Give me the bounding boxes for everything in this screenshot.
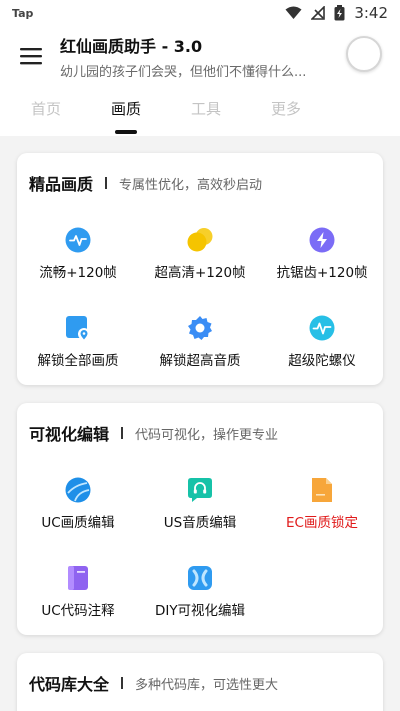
item-label: 抗锯齿+120帧: [276, 265, 368, 281]
app-subtitle: 幼儿园的孩子们会哭，但他们不懂得什么...: [60, 64, 307, 80]
item-label: 超级陀螺仪: [288, 353, 356, 369]
divider: [121, 677, 124, 689]
item-label: 解锁全部画质: [37, 353, 119, 369]
card-code-library: 代码库大全 多种代码库，可选性更大: [17, 653, 383, 711]
card-description: 多种代码库，可选性更大: [135, 677, 279, 693]
item-ec-quality-lock[interactable]: EC画质锁定: [261, 477, 383, 557]
card-premium-quality: 精品画质 专属性优化，高效秒启动 流畅+120帧 超高清+120帧 抗锯齿+12…: [17, 153, 383, 385]
item-uc-code-comments[interactable]: UC代码注释: [17, 565, 139, 645]
item-label: UC代码注释: [41, 603, 115, 619]
wifi-icon: [285, 6, 302, 19]
location-square-icon: [66, 316, 90, 340]
item-unlock-all-quality[interactable]: 解锁全部画质: [17, 315, 139, 395]
item-super-gyroscope[interactable]: 超级陀螺仪: [261, 315, 383, 395]
ball-icon: [65, 477, 91, 503]
card-title: 代码库大全: [29, 675, 110, 694]
divider: [121, 427, 124, 439]
book-icon: [68, 566, 88, 590]
pulse-icon: [65, 227, 91, 253]
tab-more[interactable]: 更多: [256, 98, 316, 119]
item-label: EC画质锁定: [286, 515, 358, 531]
tab-quality[interactable]: 画质: [96, 98, 156, 119]
item-label: US音质编辑: [163, 515, 237, 531]
item-label: 流畅+120帧: [39, 265, 117, 281]
menu-button[interactable]: [14, 39, 48, 73]
avatar[interactable]: [346, 36, 382, 72]
lightning-icon: [309, 227, 335, 253]
card-description: 代码可视化，操作更专业: [135, 427, 279, 443]
tab-tools[interactable]: 工具: [176, 98, 236, 119]
item-ultra-hd-120fps[interactable]: 超高清+120帧: [139, 227, 261, 307]
app-bar: 红仙画质助手 - 3.0 幼儿园的孩子们会哭，但他们不懂得什么...: [0, 26, 400, 86]
status-carrier: Tap: [12, 6, 34, 20]
no-signal-icon: [311, 6, 326, 20]
card-title: 精品画质: [29, 175, 94, 194]
card-title: 可视化编辑: [29, 425, 110, 444]
item-us-audio-edit[interactable]: US音质编辑: [139, 477, 261, 557]
item-label: 解锁超高音质: [159, 353, 241, 369]
item-diy-visual-edit[interactable]: DIY可视化编辑: [139, 565, 261, 645]
tab-active-indicator: [115, 130, 137, 134]
item-label: 超高清+120帧: [154, 265, 246, 281]
coins-icon: [187, 228, 213, 252]
app-title: 红仙画质助手 - 3.0: [60, 36, 203, 56]
item-anti-aliasing-120fps[interactable]: 抗锯齿+120帧: [261, 227, 383, 307]
x-shape-icon: [188, 566, 212, 590]
item-label: DIY可视化编辑: [154, 603, 246, 619]
item-uc-quality-edit[interactable]: UC画质编辑: [17, 477, 139, 557]
item-unlock-ultra-audio[interactable]: 解锁超高音质: [139, 315, 261, 395]
tab-home[interactable]: 首页: [16, 98, 76, 119]
card-visual-editing: 可视化编辑 代码可视化，操作更专业 UC画质编辑 US音质编辑 EC画质锁定 U…: [17, 403, 383, 635]
file-icon: [312, 478, 332, 502]
pulse-icon: [309, 315, 335, 341]
tab-bar: 首页 画质 工具 更多: [0, 86, 400, 136]
status-bar: Tap 3:42: [0, 0, 400, 26]
item-smooth-120fps[interactable]: 流畅+120帧: [17, 227, 139, 307]
divider: [105, 177, 108, 189]
headphone-chat-icon: [188, 478, 212, 502]
item-label: UC画质编辑: [41, 515, 115, 531]
status-time: 3:42: [354, 4, 388, 22]
hamburger-menu-icon: [20, 48, 42, 65]
card-description: 专属性优化，高效秒启动: [119, 177, 263, 193]
battery-charging-icon: [334, 5, 345, 21]
gear-icon: [188, 316, 212, 340]
